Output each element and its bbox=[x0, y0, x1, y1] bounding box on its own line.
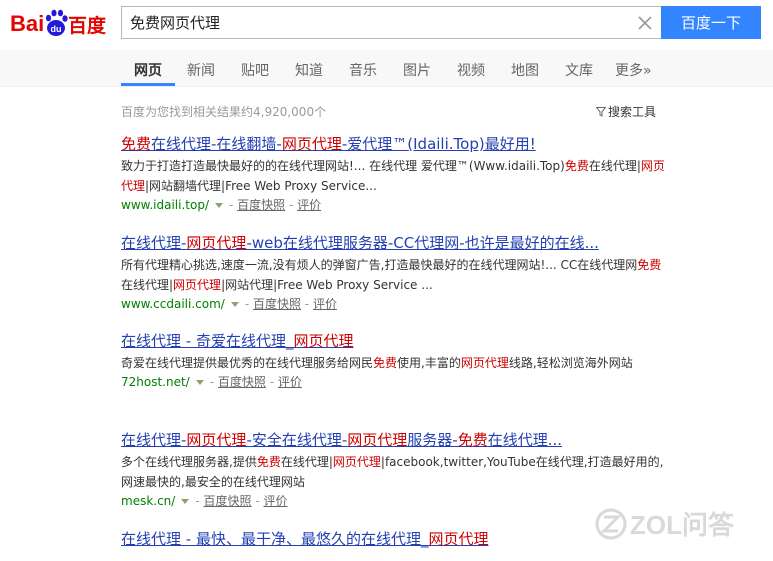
tab-news[interactable]: 新闻 bbox=[187, 60, 215, 80]
search-tabs: 网页 新闻 贴吧 知道 音乐 图片 视频 地图 文库 更多» bbox=[0, 50, 773, 87]
rate-link[interactable]: 评价 bbox=[278, 375, 302, 389]
baidu-logo[interactable]: Bai du 百度 bbox=[10, 6, 120, 40]
search-tools-label: 搜索工具 bbox=[608, 105, 657, 119]
tab-tieba[interactable]: 贴吧 bbox=[241, 60, 269, 80]
tab-video[interactable]: 视频 bbox=[457, 60, 485, 80]
logo-du-text: du bbox=[51, 24, 62, 34]
rate-link[interactable]: 评价 bbox=[313, 297, 337, 311]
result-url[interactable]: 72host.net/ bbox=[121, 375, 190, 389]
result-url[interactable]: www.idaili.top/ bbox=[121, 198, 209, 212]
tab-zhidao[interactable]: 知道 bbox=[295, 60, 323, 80]
logo-bai-text: Bai bbox=[10, 11, 44, 36]
result-title-link[interactable]: 在线代理-网页代理-安全在线代理-网页代理服务器-免费在线代理... bbox=[121, 430, 666, 450]
result-title-link[interactable]: 在线代理 - 奇爱在线代理_网页代理 bbox=[121, 331, 666, 351]
tab-images[interactable]: 图片 bbox=[403, 60, 431, 80]
zol-watermark: ZOL问答 bbox=[594, 505, 754, 543]
tab-wenku[interactable]: 文库 bbox=[565, 60, 593, 80]
result-url[interactable]: www.ccdaili.com/ bbox=[121, 297, 225, 311]
result-abstract: 多个在线代理服务器,提供免费在线代理|网页代理|facebook,twitter… bbox=[121, 455, 664, 489]
dropdown-arrow-icon[interactable] bbox=[214, 203, 223, 208]
watermark-text: ZOL问答 bbox=[630, 510, 735, 540]
search-tools-button[interactable]: 搜索工具 bbox=[595, 103, 657, 120]
snapshot-link[interactable]: 百度快照 bbox=[253, 297, 301, 311]
dropdown-arrow-icon[interactable] bbox=[181, 499, 190, 504]
tab-map[interactable]: 地图 bbox=[511, 60, 539, 80]
search-button[interactable]: 百度一下 bbox=[661, 6, 761, 39]
tab-music[interactable]: 音乐 bbox=[349, 60, 377, 80]
search-result: 在线代理-网页代理-安全在线代理-网页代理服务器-免费在线代理... 多个在线代… bbox=[121, 430, 666, 510]
search-result: 在线代理 - 奇爱在线代理_网页代理 奇爱在线代理提供最优秀的在线代理服务给网民… bbox=[121, 331, 666, 391]
search-input[interactable] bbox=[122, 7, 622, 38]
active-tab-indicator bbox=[121, 83, 175, 86]
logo-cn-text: 百度 bbox=[68, 14, 107, 37]
search-result: 在线代理 - 最快、最干净、最悠久的在线代理_网页代理 bbox=[121, 529, 666, 549]
result-abstract: 奇爱在线代理提供最优秀的在线代理服务给网民免费使用,丰富的网页代理线路,轻松浏览… bbox=[121, 356, 633, 370]
result-meta: 72host.net/- 百度快照 - 评价 bbox=[121, 375, 302, 389]
result-abstract: 所有代理精心挑选,速度一流,没有烦人的弹窗广告,打造最快最好的在线代理网站!..… bbox=[121, 258, 662, 292]
result-title-link[interactable]: 在线代理 - 最快、最干净、最悠久的在线代理_网页代理 bbox=[121, 529, 666, 549]
result-url[interactable]: mesk.cn/ bbox=[121, 494, 175, 508]
result-title-link[interactable]: 在线代理-网页代理-web在线代理服务器-CC代理网-也许是最好的在线... bbox=[121, 233, 666, 253]
search-result: 免费在线代理-在线翻墙-网页代理-爱代理™(Idaili.Top)最好用! 致力… bbox=[121, 134, 666, 214]
filter-icon bbox=[595, 107, 607, 117]
snapshot-link[interactable]: 百度快照 bbox=[204, 494, 252, 508]
paw-icon: du bbox=[45, 9, 68, 36]
result-meta: www.ccdaili.com/- 百度快照 - 评价 bbox=[121, 297, 337, 311]
result-abstract: 致力于打造打造最快最好的的在线代理网站!... 在线代理 爱代理™(Www.id… bbox=[121, 159, 665, 193]
search-result: 在线代理-网页代理-web在线代理服务器-CC代理网-也许是最好的在线... 所… bbox=[121, 233, 666, 313]
result-meta: www.idaili.top/- 百度快照 - 评价 bbox=[121, 198, 322, 212]
dropdown-arrow-icon[interactable] bbox=[230, 302, 239, 307]
result-title-link[interactable]: 免费在线代理-在线翻墙-网页代理-爱代理™(Idaili.Top)最好用! bbox=[121, 134, 666, 154]
tab-more[interactable]: 更多» bbox=[615, 60, 652, 80]
clear-icon[interactable] bbox=[635, 13, 655, 33]
header: Bai du 百度 百度一下 bbox=[0, 0, 773, 50]
watermark-logo-icon bbox=[595, 508, 627, 540]
dropdown-arrow-icon[interactable] bbox=[195, 380, 204, 385]
result-meta: mesk.cn/- 百度快照 - 评价 bbox=[121, 494, 288, 508]
snapshot-link[interactable]: 百度快照 bbox=[237, 198, 285, 212]
rate-link[interactable]: 评价 bbox=[297, 198, 321, 212]
rate-link[interactable]: 评价 bbox=[263, 494, 287, 508]
snapshot-link[interactable]: 百度快照 bbox=[218, 375, 266, 389]
result-count: 百度为您找到相关结果约4,920,000个 bbox=[121, 105, 327, 119]
search-box bbox=[121, 6, 661, 39]
tab-web[interactable]: 网页 bbox=[134, 60, 162, 80]
